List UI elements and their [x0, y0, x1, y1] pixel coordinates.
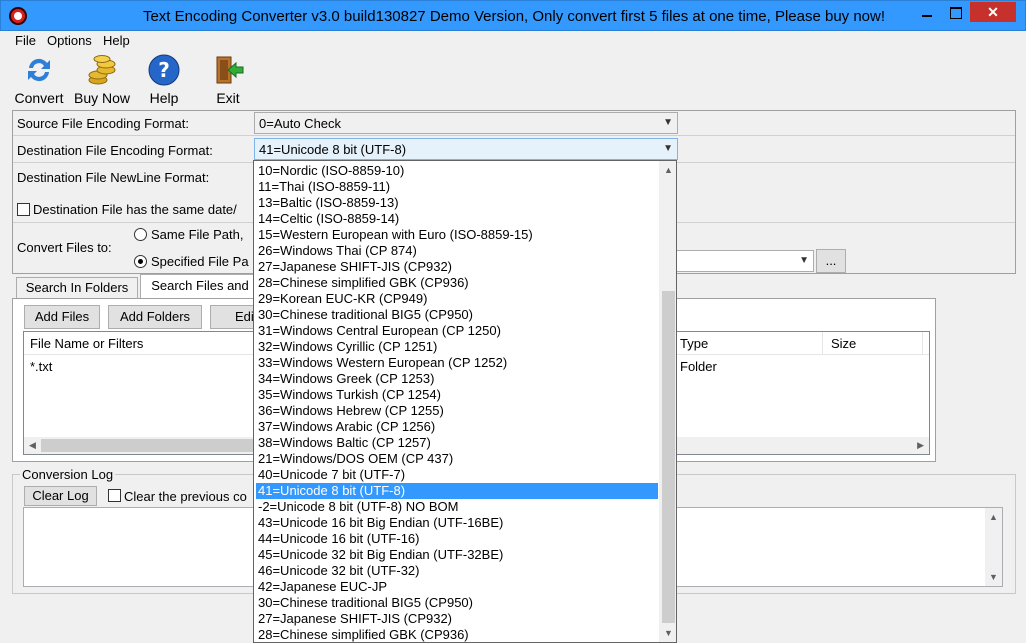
source-encoding-value: 0=Auto Check — [259, 116, 342, 131]
scroll-thumb[interactable] — [662, 291, 675, 623]
dropdown-option[interactable]: 34=Windows Greek (CP 1253) — [256, 371, 658, 387]
title-bar[interactable]: Text Encoding Converter v3.0 build130827… — [0, 0, 1026, 31]
column-header-type[interactable]: Type — [680, 336, 708, 351]
dropdown-option[interactable]: 31=Windows Central European (CP 1250) — [256, 323, 658, 339]
dropdown-option[interactable]: 42=Japanese EUC-JP — [256, 579, 658, 595]
destination-encoding-select[interactable]: 41=Unicode 8 bit (UTF-8) ▼ — [254, 138, 678, 160]
dropdown-option[interactable]: 28=Chinese simplified GBK (CP936) — [256, 627, 658, 642]
encoding-dropdown-list[interactable]: 10=Nordic (ISO-8859-10) 11=Thai (ISO-8859… — [253, 160, 677, 643]
menu-help[interactable]: Help — [103, 33, 130, 48]
exit-button[interactable]: Exit — [207, 54, 249, 106]
scroll-down-icon[interactable]: ▼ — [664, 628, 673, 638]
dropdown-option[interactable]: 40=Unicode 7 bit (UTF-7) — [256, 467, 658, 483]
help-label: Help — [149, 90, 179, 106]
convert-icon — [28, 58, 50, 82]
coins-icon — [88, 55, 116, 85]
help-button[interactable]: ? Help — [143, 54, 185, 106]
dropdown-option[interactable]: 30=Chinese traditional BIG5 (CP950) — [256, 595, 658, 611]
chevron-down-icon: ▼ — [663, 143, 673, 154]
source-encoding-select[interactable]: 0=Auto Check ▼ — [254, 112, 678, 134]
same-date-checkbox[interactable] — [17, 203, 30, 216]
newline-format-label: Destination File NewLine Format: — [17, 170, 210, 185]
dropdown-option[interactable]: 46=Unicode 32 bit (UTF-32) — [256, 563, 658, 579]
same-date-label: Destination File has the same date/ — [33, 202, 237, 217]
maximize-button[interactable] — [942, 2, 969, 22]
log-vscrollbar[interactable]: ▲ ▼ — [985, 508, 1002, 586]
dropdown-option[interactable]: 29=Korean EUC-KR (CP949) — [256, 291, 658, 307]
dropdown-option[interactable]: 41=Unicode 8 bit (UTF-8) — [256, 483, 658, 499]
scroll-up-icon[interactable]: ▲ — [989, 512, 998, 522]
dropdown-option[interactable]: 45=Unicode 32 bit Big Endian (UTF-32BE) — [256, 547, 658, 563]
buy-now-button[interactable]: Buy Now — [72, 54, 132, 106]
specified-path-radio[interactable] — [134, 255, 147, 268]
row-type: Folder — [680, 359, 717, 374]
scroll-down-icon[interactable]: ▼ — [989, 572, 998, 582]
dropdown-option[interactable]: 37=Windows Arabic (CP 1256) — [256, 419, 658, 435]
svg-text:?: ? — [158, 58, 170, 82]
dropdown-scrollbar[interactable]: ▲ ▼ — [659, 161, 676, 642]
minimize-button[interactable] — [914, 2, 941, 22]
dropdown-option[interactable]: 32=Windows Cyrillic (CP 1251) — [256, 339, 658, 355]
dropdown-option[interactable]: 33=Windows Western European (CP 1252) — [256, 355, 658, 371]
convert-files-to-label: Convert Files to: — [17, 240, 112, 255]
window-title: Text Encoding Converter v3.0 build130827… — [142, 8, 886, 25]
dropdown-option[interactable]: 13=Baltic (ISO-8859-13) — [256, 195, 658, 211]
add-folders-button[interactable]: Add Folders — [108, 305, 202, 329]
dropdown-option[interactable]: 10=Nordic (ISO-8859-10) — [256, 163, 658, 179]
menu-options[interactable]: Options — [47, 33, 92, 48]
column-separator — [922, 332, 923, 354]
source-encoding-label: Source File Encoding Format: — [17, 116, 189, 131]
column-header-size[interactable]: Size — [831, 336, 856, 351]
dropdown-option[interactable]: 36=Windows Hebrew (CP 1255) — [256, 403, 658, 419]
destination-encoding-label: Destination File Encoding Format: — [17, 143, 213, 158]
scroll-right-icon[interactable]: ▶ — [917, 440, 924, 451]
conversion-log-label: Conversion Log — [20, 467, 116, 482]
exit-icon — [216, 56, 244, 84]
convert-label: Convert — [14, 90, 64, 106]
menu-bar: File Options Help — [0, 31, 1026, 51]
dropdown-option[interactable]: 26=Windows Thai (CP 874) — [256, 243, 658, 259]
scroll-left-icon[interactable]: ◀ — [29, 440, 36, 451]
clear-previous-checkbox[interactable] — [108, 489, 121, 502]
specified-path-label: Specified File Pa — [151, 254, 249, 269]
column-header-name[interactable]: File Name or Filters — [30, 336, 143, 351]
dropdown-option[interactable]: 44=Unicode 16 bit (UTF-16) — [256, 531, 658, 547]
chevron-down-icon: ▼ — [663, 117, 673, 128]
convert-button[interactable]: Convert — [12, 54, 66, 106]
help-icon: ? — [148, 54, 180, 86]
tab-search-files[interactable]: Search Files and — [140, 274, 260, 298]
column-separator — [822, 332, 823, 354]
add-files-button[interactable]: Add Files — [24, 305, 100, 329]
same-path-label: Same File Path, — [151, 227, 244, 242]
dropdown-option[interactable]: 21=Windows/DOS OEM (CP 437) — [256, 451, 658, 467]
buy-now-label: Buy Now — [73, 90, 131, 106]
dropdown-option[interactable]: 27=Japanese SHIFT-JIS (CP932) — [256, 611, 658, 627]
edit-button[interactable]: Edi — [210, 305, 258, 329]
dropdown-option[interactable]: 30=Chinese traditional BIG5 (CP950) — [256, 307, 658, 323]
chevron-down-icon: ▼ — [799, 255, 809, 266]
browse-button[interactable]: ... — [816, 249, 846, 273]
close-button[interactable]: ✕ — [970, 2, 1016, 22]
tab-search-in-folders[interactable]: Search In Folders — [16, 277, 138, 298]
clear-previous-label: Clear the previous co — [124, 489, 247, 504]
row-name: *.txt — [30, 359, 53, 374]
dropdown-option[interactable]: 35=Windows Turkish (CP 1254) — [256, 387, 658, 403]
dropdown-option[interactable]: 28=Chinese simplified GBK (CP936) — [256, 275, 658, 291]
scroll-up-icon[interactable]: ▲ — [664, 165, 673, 175]
clear-log-button[interactable]: Clear Log — [24, 486, 97, 506]
same-path-radio[interactable] — [134, 228, 147, 241]
dropdown-option[interactable]: 15=Western European with Euro (ISO-8859-… — [256, 227, 658, 243]
exit-label: Exit — [216, 90, 240, 106]
dropdown-option[interactable]: 38=Windows Baltic (CP 1257) — [256, 435, 658, 451]
dropdown-option[interactable]: 43=Unicode 16 bit Big Endian (UTF-16BE) — [256, 515, 658, 531]
dropdown-option[interactable]: 14=Celtic (ISO-8859-14) — [256, 211, 658, 227]
destination-encoding-value: 41=Unicode 8 bit (UTF-8) — [259, 142, 407, 157]
output-path-select[interactable]: ▼ — [672, 250, 814, 272]
menu-file[interactable]: File — [15, 33, 36, 48]
dropdown-option[interactable]: -2=Unicode 8 bit (UTF-8) NO BOM — [256, 499, 658, 515]
dropdown-option[interactable]: 11=Thai (ISO-8859-11) — [256, 179, 658, 195]
dropdown-option[interactable]: 27=Japanese SHIFT-JIS (CP932) — [256, 259, 658, 275]
